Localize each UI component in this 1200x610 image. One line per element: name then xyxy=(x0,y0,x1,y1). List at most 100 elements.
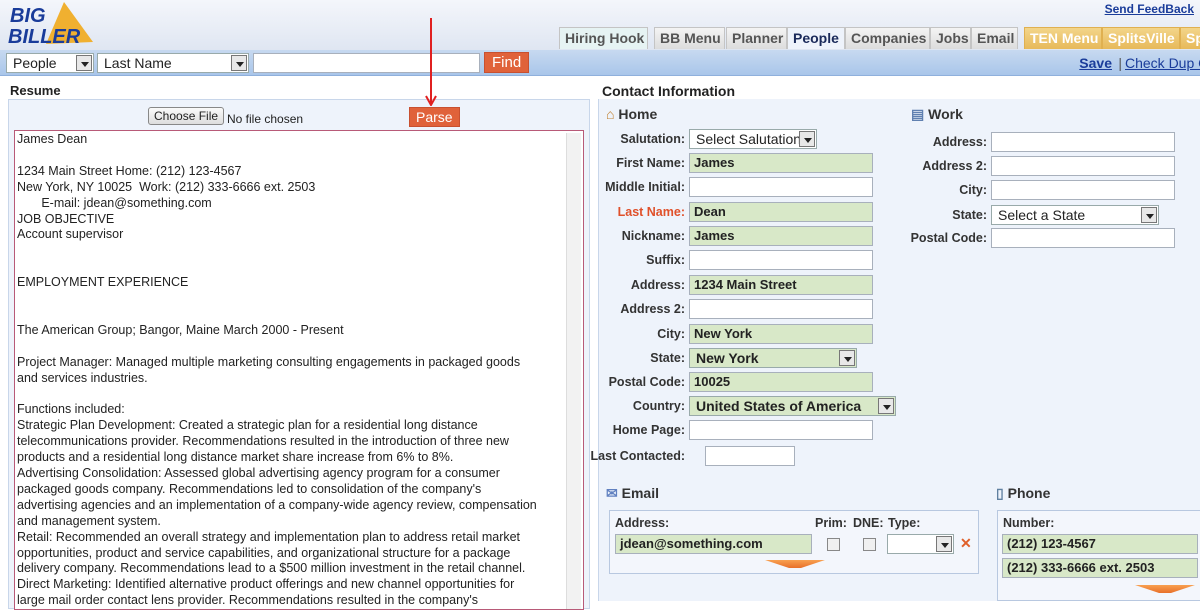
big-biller-logo[interactable]: BIG BILLER xyxy=(8,2,93,48)
tab-bb-menu[interactable]: BB Menu xyxy=(654,27,725,49)
tab-more[interactable]: Sp xyxy=(1180,27,1200,49)
first-name-input[interactable]: James xyxy=(689,153,873,173)
check-dup-link[interactable]: Check Dup C xyxy=(1125,55,1200,71)
contact-info-title: Contact Information xyxy=(602,83,735,99)
red-arrow-annotation xyxy=(425,18,437,106)
postal-code-input[interactable] xyxy=(991,228,1175,248)
resume-text: James Dean 1234 Main Street Home: (212) … xyxy=(17,132,537,608)
notepad-icon: ▤ xyxy=(911,106,925,122)
field-value: Last Name xyxy=(104,55,172,71)
resume-title: Resume xyxy=(10,83,61,98)
tab-ten-menu[interactable]: TEN Menu xyxy=(1024,27,1102,49)
suffix-input[interactable] xyxy=(689,250,873,270)
phone-number-label: Number: xyxy=(1003,516,1055,530)
field-label: Country: xyxy=(632,399,685,413)
send-feedback-link[interactable]: Send FeedBack xyxy=(1105,2,1194,16)
tab-splitsville[interactable]: SplitsVille xyxy=(1102,27,1180,49)
email-section-title: ✉ Email xyxy=(606,485,659,502)
resume-textarea[interactable]: James Dean 1234 Main Street Home: (212) … xyxy=(14,130,584,610)
save-link[interactable]: Save xyxy=(1079,55,1112,71)
middle-initial-input[interactable] xyxy=(689,177,873,197)
address-2-input[interactable] xyxy=(991,156,1175,176)
field-label: Postal Code: xyxy=(910,231,987,245)
last-name-input[interactable]: Dean xyxy=(689,202,873,222)
tab-people[interactable]: People xyxy=(787,27,845,49)
dne-label: DNE: xyxy=(853,516,884,530)
address-input[interactable] xyxy=(991,132,1175,152)
field-value: 10025 xyxy=(694,374,731,389)
field-label: State: xyxy=(650,351,685,365)
svg-text:BIG: BIG xyxy=(10,5,46,27)
mobile-phone-icon: ▯ xyxy=(996,485,1004,501)
remove-email-icon[interactable]: ✕ xyxy=(960,535,972,552)
chevron-down-icon xyxy=(878,398,894,414)
phone-input-1[interactable]: (212) 123-4567 xyxy=(1002,534,1198,554)
svg-text:BILLER: BILLER xyxy=(8,26,81,46)
scrollbar[interactable] xyxy=(566,133,581,609)
field-value: Dean xyxy=(694,204,726,219)
tab-jobs[interactable]: Jobs xyxy=(930,27,971,49)
search-input[interactable] xyxy=(253,53,480,73)
field-label: State: xyxy=(952,208,987,222)
field-label: Home Page: xyxy=(612,423,685,437)
prim-checkbox[interactable] xyxy=(827,538,840,551)
field-label: First Name: xyxy=(616,156,685,170)
state-select[interactable]: New York xyxy=(689,348,857,368)
home-title: Home xyxy=(618,106,658,122)
field-value: James xyxy=(694,228,735,243)
separator: | xyxy=(1118,55,1122,71)
home-icon: ⌂ xyxy=(606,106,615,122)
field-label: Address 2: xyxy=(620,302,685,316)
country-select[interactable]: United States of America xyxy=(689,396,896,416)
field-label: Address: xyxy=(630,278,685,292)
chevron-down-icon xyxy=(76,55,92,71)
field-select[interactable]: Last Name xyxy=(97,53,249,73)
email-address-label: Address: xyxy=(615,516,670,530)
find-button[interactable]: Find xyxy=(484,52,530,73)
email-type-select[interactable] xyxy=(887,534,954,554)
field-label: Nickname: xyxy=(621,229,685,243)
field-label: Last Contacted: xyxy=(590,449,685,463)
city-input[interactable]: New York xyxy=(689,324,873,344)
choose-file-button[interactable]: Choose File xyxy=(148,107,225,125)
prim-label: Prim: xyxy=(815,516,847,530)
phone-input-2[interactable]: (212) 333-6666 ext. 2503 xyxy=(1002,558,1198,578)
chevron-down-icon xyxy=(231,55,247,71)
email-title: Email xyxy=(621,485,659,501)
nickname-input[interactable]: James xyxy=(689,226,873,246)
email-address-input[interactable]: jdean@something.com xyxy=(615,534,812,554)
no-file-label: No file chosen xyxy=(227,112,304,126)
field-label: Last Name: xyxy=(617,205,685,219)
parse-button[interactable]: Parse xyxy=(409,107,460,127)
last-contacted-input[interactable] xyxy=(705,446,795,466)
field-value: James xyxy=(694,155,735,170)
phone-title: Phone xyxy=(1007,485,1051,501)
tab-planner[interactable]: Planner xyxy=(726,27,787,49)
postal-code-input[interactable]: 10025 xyxy=(689,372,873,392)
envelope-icon: ✉ xyxy=(606,485,618,501)
field-label: Postal Code: xyxy=(608,375,685,389)
city-input[interactable] xyxy=(991,180,1175,200)
tab-hiring-hook[interactable]: Hiring Hook xyxy=(559,27,648,49)
field-label: Suffix: xyxy=(646,253,685,267)
home-section-title: ⌂ Home xyxy=(606,106,657,122)
address-2-input[interactable] xyxy=(689,299,873,319)
state-select[interactable]: Select a State xyxy=(991,205,1159,225)
field-label: City: xyxy=(959,183,987,197)
home-page-input[interactable] xyxy=(689,420,873,440)
work-section-title: ▤ Work xyxy=(911,106,963,123)
field-label: Address: xyxy=(932,135,987,149)
field-value: Select Salutation xyxy=(696,131,802,147)
field-value: Select a State xyxy=(998,207,1086,223)
phone-section-title: ▯ Phone xyxy=(996,485,1050,502)
salutation-select[interactable]: Select Salutation xyxy=(689,129,817,149)
tab-email[interactable]: Email xyxy=(971,27,1018,49)
tab-companies[interactable]: Companies xyxy=(845,27,930,49)
entity-select[interactable]: People xyxy=(6,53,94,73)
field-label: Address 2: xyxy=(922,159,987,173)
dne-checkbox[interactable] xyxy=(863,538,876,551)
field-label: Salutation: xyxy=(620,132,685,146)
field-label: Middle Initial: xyxy=(605,180,685,194)
address-input[interactable]: 1234 Main Street xyxy=(689,275,873,295)
chevron-down-icon xyxy=(839,350,855,366)
